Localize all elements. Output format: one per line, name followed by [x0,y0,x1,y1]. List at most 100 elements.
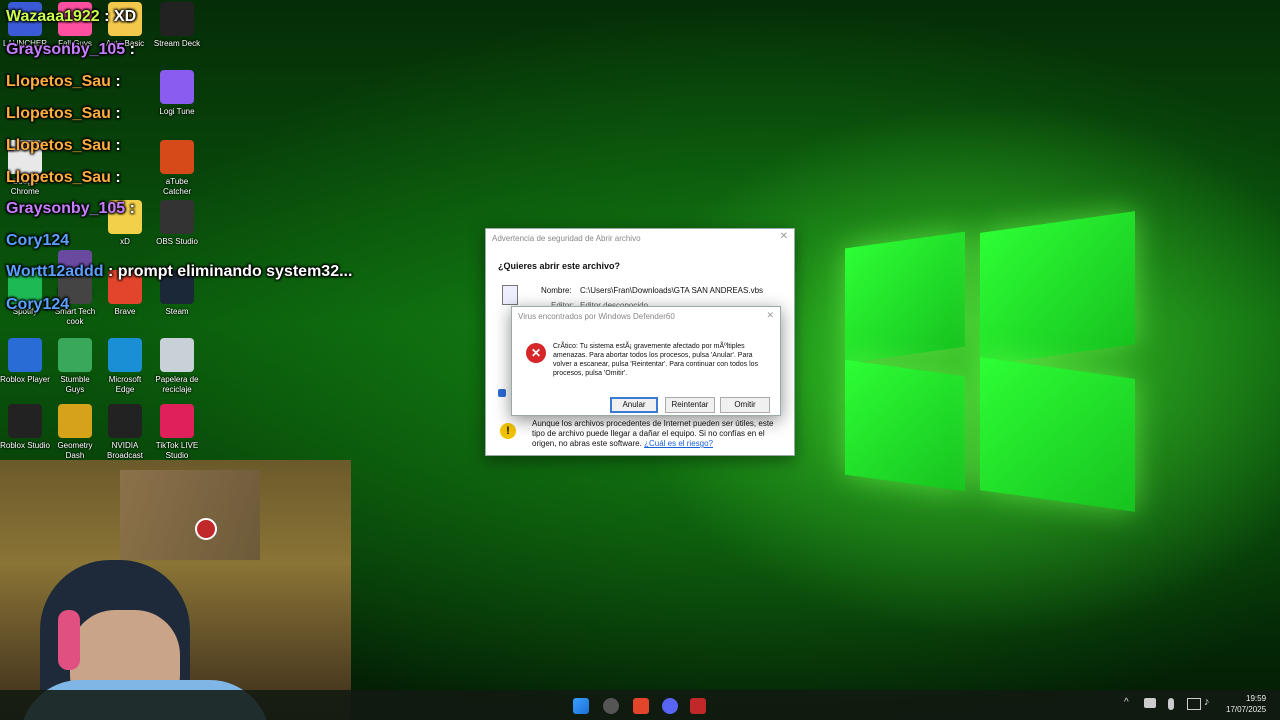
desktop-icon-label: Stream Deck [153,39,201,48]
chat-text: : XD [104,8,137,25]
app-icon [160,338,194,372]
chat-message: Llopetos_Sau : [6,105,121,123]
desktop-icon-label: aTube Catcher [162,177,191,196]
chat-message: Graysonby_105 : [6,41,135,59]
taskbar: ^ ♪ 19:59 17/07/2025 [0,690,1280,720]
desktop-icon-label: Papelera de reciclaje [155,375,199,394]
chat-message: Llopetos_Sau : [6,137,121,155]
desktop-icon-label: OBS Studio [156,237,198,246]
retry-button[interactable]: Reintentar [665,397,715,413]
discord-taskbar-icon[interactable] [662,698,678,714]
chat-username: Wazaaa1922 [6,8,100,25]
start-windows-icon[interactable] [573,698,589,714]
desktop-icon-18[interactable]: Roblox Studio [0,404,50,451]
app-icon [8,338,42,372]
clock-date[interactable]: 17/07/2025 [1226,705,1266,714]
app-icon [160,404,194,438]
chat-username: Llopetos_Sau [6,137,111,154]
active-app-taskbar-icon[interactable] [690,698,706,714]
desktop-icon-label: xD [120,237,130,246]
desktop-icon-3[interactable]: Stream Deck [152,2,202,49]
desktop-icon-19[interactable]: Geometry Dash [50,404,100,461]
app-icon [108,404,142,438]
virus-close-icon[interactable]: ✕ [766,310,774,321]
chat-username: Graysonby_105 [6,200,126,217]
desktop-icon-label: Roblox Player [0,375,50,384]
virus-dialog-title: Virus encontrados por Windows Defender60 [518,312,675,321]
desktop-icon-17[interactable]: Papelera de reciclaje [152,338,202,395]
app-icon [108,338,142,372]
windows-logo-pane-tl [845,231,965,364]
desktop-icon-6[interactable]: aTube Catcher [152,140,202,197]
chat-message: Wazaaa1922 : XD [6,8,136,26]
desktop-icon-label: Stumble Guys [60,375,90,394]
desktop-icon-label: Roblox Studio [0,441,50,450]
desktop-icon-label: TikTok LIVE Studio [155,441,199,460]
app-icon [58,404,92,438]
poster-wall [120,470,260,560]
chat-text: : [115,73,121,90]
virus-error-dialog: Virus encontrados por Windows Defender60… [511,306,781,416]
app-icon [160,140,194,174]
app-icon [160,200,194,234]
desktop-icon-label: Steam [165,307,189,316]
warning-icon: ! [500,423,516,439]
chat-message: Llopetos_Sau : [6,73,121,91]
app-icon [8,404,42,438]
abort-button[interactable]: Anular [610,397,658,413]
error-icon: ✕ [526,343,546,363]
chat-username: Llopetos_Sau [6,73,111,90]
chat-message: Cory124 [6,232,69,250]
windows-logo-pane-br [980,357,1135,512]
desktop-icon-16[interactable]: Microsoft Edge [100,338,150,395]
poster-red-logo [195,518,217,540]
close-icon[interactable]: ✕ [780,231,788,242]
chat-username: Cory124 [6,232,70,249]
taskbar-app-icon-1[interactable] [603,698,619,714]
desktop-icon-8[interactable]: OBS Studio [152,200,202,247]
desktop-icon-label: NVIDIA Broadcast [106,441,144,460]
desktop-icon-label: Geometry Dash [57,441,93,460]
headset-icon [58,610,80,670]
chat-username: Llopetos_Sau [6,105,111,122]
app-icon [160,2,194,36]
script-file-icon [502,285,518,305]
screen-icon[interactable] [1187,698,1201,710]
network-icon[interactable] [1144,698,1156,708]
microphone-icon[interactable] [1168,698,1174,710]
desktop-icon-15[interactable]: Stumble Guys [50,338,100,395]
chat-text: : [115,105,121,122]
chat-text: : [129,41,135,58]
name-label: Nombre: [541,286,572,295]
desktop-icon-20[interactable]: NVIDIA Broadcast [100,404,150,461]
chat-text: : [115,137,121,154]
windows-logo-pane-bl [845,359,965,492]
brave-taskbar-icon[interactable] [633,698,649,714]
dialog-title: Advertencia de seguridad de Abrir archiv… [492,234,641,243]
desktop-icon-14[interactable]: Roblox Player [0,338,50,385]
app-icon [160,70,194,104]
desktop-icon-21[interactable]: TikTok LIVE Studio [152,404,202,461]
risk-link[interactable]: ¿Cuál es el riesgo? [644,439,713,448]
chat-text: : [115,169,121,186]
ignore-button[interactable]: Omitir [720,397,770,413]
chat-message: Graysonby_105 : [6,200,135,218]
clock-time[interactable]: 19:59 [1246,694,1266,703]
chat-message: Cory124 [6,296,69,314]
chat-username: Graysonby_105 [6,41,126,58]
chat-message: Wortt12addd : prompt eliminando system32… [6,263,352,281]
chat-username: Cory124 [6,296,70,313]
volume-icon[interactable]: ♪ [1204,696,1210,708]
desktop-icon-4[interactable]: Logi Tune [152,70,202,117]
chat-username: Wortt12addd [6,263,104,280]
virus-message: CrÃ­tico: Tu sistema estÃ¡ gravemente af… [553,343,759,377]
name-value: C:\Users\Fran\Downloads\GTA SAN ANDREAS.… [580,286,764,295]
webcam-overlay [0,460,351,720]
chat-message: Llopetos_Sau : [6,169,121,187]
chat-username: Llopetos_Sau [6,169,111,186]
desktop-icon-label: Microsoft Edge [108,375,142,394]
windows-logo-pane-tr [980,211,1135,366]
chevron-up-icon[interactable]: ^ [1124,697,1129,708]
dialog-heading: ¿Quieres abrir este archivo? [498,261,621,271]
desktop-icon-label: Brave [114,307,136,316]
